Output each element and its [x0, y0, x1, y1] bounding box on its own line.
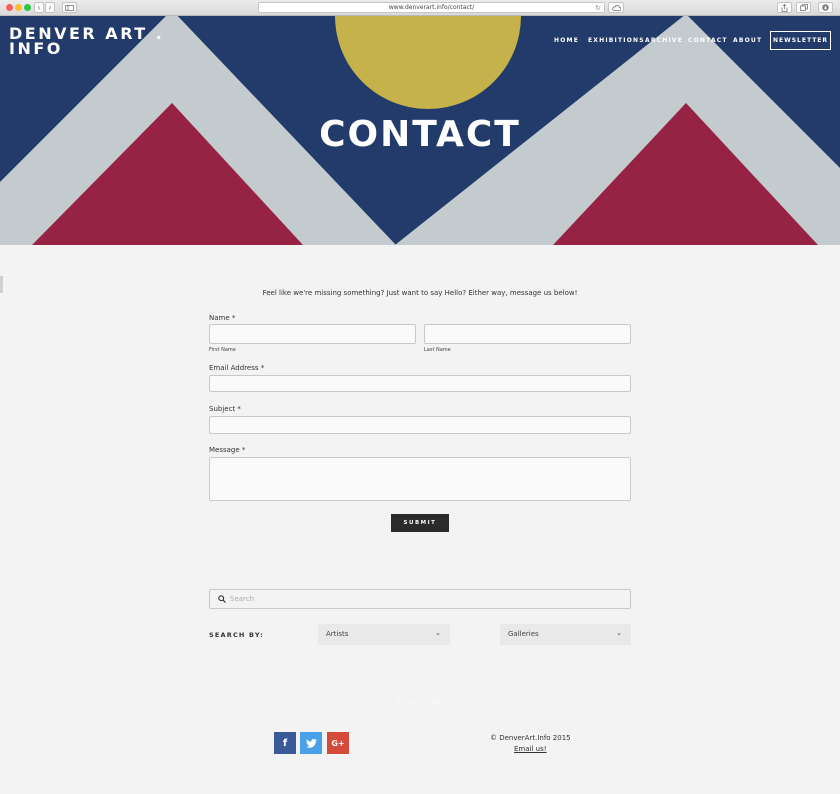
back-button[interactable]: ‹: [34, 2, 44, 13]
reload-icon[interactable]: ↻: [595, 3, 601, 13]
chevron-down-icon: ⌄: [435, 629, 441, 637]
google-plus-icon: G+: [331, 738, 345, 748]
contact-intro-text: Feel like we're missing something? Just …: [262, 289, 578, 297]
share-icon: [781, 3, 788, 12]
facebook-button[interactable]: f: [274, 732, 296, 754]
downloads-button[interactable]: [818, 2, 833, 13]
nav-archive[interactable]: ARCHIVE: [645, 37, 683, 44]
copyright-text: © DenverArt.Info 2015: [490, 734, 571, 742]
sidebar-icon: [65, 4, 74, 11]
twitter-icon: [305, 738, 317, 748]
facebook-icon: f: [282, 737, 288, 749]
chevron-down-icon: ⌄: [616, 629, 622, 637]
forward-button[interactable]: ›: [45, 2, 55, 13]
footer-link-links[interactable]: LINKS: [425, 699, 447, 706]
hero-banner: DENVER ART . INFO HOME EXHIBITIONS ARCHI…: [0, 16, 840, 245]
search-field[interactable]: Search: [209, 589, 631, 609]
sidebar-toggle-button[interactable]: [62, 2, 77, 13]
search-by-label: SEARCH BY:: [209, 631, 264, 639]
email-us-link[interactable]: Email us!: [514, 745, 547, 753]
subject-input[interactable]: [209, 416, 631, 434]
minimize-window-icon[interactable]: [15, 4, 22, 11]
last-name-label: Last Name: [424, 347, 451, 353]
logo-line-2: INFO: [9, 39, 63, 58]
galleries-select-value: Galleries: [508, 630, 539, 638]
message-textarea[interactable]: [209, 457, 631, 501]
tabs-button[interactable]: [796, 2, 811, 13]
nav-exhibitions[interactable]: EXHIBITIONS: [588, 37, 645, 44]
newsletter-button[interactable]: NEWSLETTER: [770, 31, 831, 50]
last-name-input[interactable]: [424, 324, 631, 344]
artists-select[interactable]: Artists ⌄: [318, 624, 450, 645]
twitter-button[interactable]: [300, 732, 322, 754]
name-label: Name *: [209, 314, 236, 322]
icloud-button[interactable]: [608, 2, 624, 13]
search-placeholder: Search: [230, 595, 255, 603]
subject-label: Subject *: [209, 405, 241, 413]
artists-select-value: Artists: [326, 630, 349, 638]
first-name-input[interactable]: [209, 324, 416, 344]
side-edge-tab[interactable]: [0, 276, 3, 293]
email-label: Email Address *: [209, 364, 265, 372]
tabs-icon: [799, 4, 808, 11]
google-plus-button[interactable]: G+: [327, 732, 349, 754]
zoom-window-icon[interactable]: [24, 4, 31, 11]
share-button[interactable]: [777, 2, 792, 13]
nav-about[interactable]: ABOUT: [733, 37, 762, 44]
footer-link-blog[interactable]: BLOG: [396, 699, 417, 706]
browser-toolbar: ‹ › www.denverart.info/contact/ ↻: [0, 0, 840, 16]
email-input[interactable]: [209, 375, 631, 392]
nav-contact[interactable]: CONTACT: [688, 37, 728, 44]
site-logo[interactable]: DENVER ART . INFO: [9, 26, 164, 58]
message-label: Message *: [209, 446, 246, 454]
address-bar[interactable]: www.denverart.info/contact/ ↻: [258, 2, 605, 13]
first-name-label: First Name: [209, 347, 236, 353]
page-title: CONTACT: [319, 114, 521, 155]
nav-home[interactable]: HOME: [554, 37, 579, 44]
close-window-icon[interactable]: [6, 4, 13, 11]
submit-button[interactable]: SUBMIT: [391, 514, 449, 532]
galleries-select[interactable]: Galleries ⌄: [500, 624, 631, 645]
download-icon: [822, 4, 829, 11]
search-icon: [218, 595, 226, 603]
cloud-icon: [611, 4, 621, 11]
url-text: www.denverart.info/contact/: [388, 4, 475, 11]
